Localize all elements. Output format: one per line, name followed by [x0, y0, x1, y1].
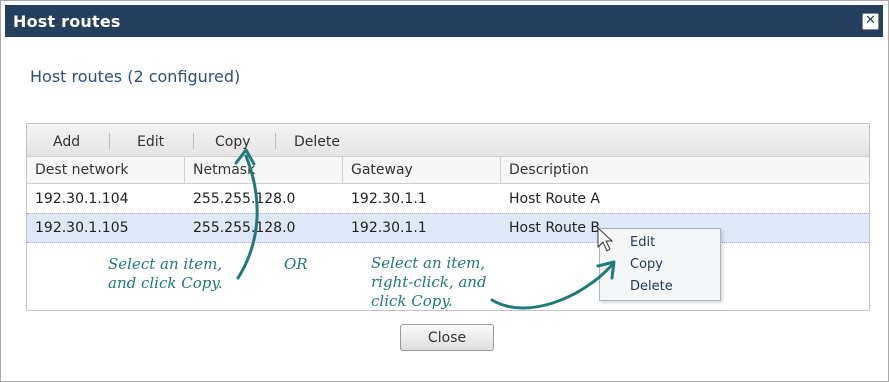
annotation-or: OR [284, 255, 308, 273]
cell-netmask: 255.255.128.0 [193, 220, 296, 236]
toolbar-divider [109, 133, 110, 149]
cell-netmask: 255.255.128.0 [193, 191, 296, 207]
table-row-selected[interactable]: 192.30.1.105 255.255.128.0 192.30.1.1 Ho… [27, 213, 869, 243]
column-header-dest-network[interactable]: Dest network [27, 157, 185, 183]
page-title: Host routes (2 configured) [30, 67, 241, 86]
column-header-description[interactable]: Description [501, 157, 869, 183]
cell-dest-network: 192.30.1.105 [35, 220, 129, 236]
annotation-line: Select an item, [108, 255, 223, 273]
context-menu: Edit Copy Delete [599, 228, 721, 301]
context-menu-item-copy[interactable]: Copy [630, 257, 663, 272]
annotation-line: right-click, and [371, 273, 487, 291]
dialog-window: Host routes ✕ Host routes (2 configured)… [0, 0, 889, 382]
annotation-left: Select an item, and click Copy. [108, 255, 223, 293]
annotation-right: Select an item, right-click, and click C… [371, 254, 487, 311]
table-row[interactable]: 192.30.1.104 255.255.128.0 192.30.1.1 Ho… [27, 185, 869, 214]
close-icon[interactable]: ✕ [862, 13, 879, 30]
cell-gateway: 192.30.1.1 [351, 191, 427, 207]
column-header-gateway[interactable]: Gateway [343, 157, 501, 183]
context-menu-item-edit[interactable]: Edit [630, 235, 655, 250]
annotation-line: click Copy. [371, 292, 453, 310]
annotation-line: and click Copy. [108, 274, 223, 292]
cell-dest-network: 192.30.1.104 [35, 191, 129, 207]
toolbar-divider [275, 133, 276, 149]
cell-description: Host Route A [509, 191, 600, 207]
toolbar-divider [193, 133, 194, 149]
dialog-title: Host routes [13, 12, 121, 31]
add-button[interactable]: Add [53, 134, 80, 150]
edit-button[interactable]: Edit [137, 134, 164, 150]
copy-button[interactable]: Copy [215, 134, 251, 150]
context-menu-item-delete[interactable]: Delete [630, 279, 673, 294]
title-bar[interactable]: Host routes ✕ [5, 5, 883, 37]
delete-button[interactable]: Delete [294, 134, 340, 150]
column-header-netmask[interactable]: Netmask [185, 157, 343, 183]
annotation-line: Select an item, [371, 254, 486, 272]
cell-gateway: 192.30.1.1 [351, 220, 427, 236]
close-button[interactable]: Close [400, 324, 494, 351]
table-header: Dest network Netmask Gateway Description [27, 157, 869, 184]
toolbar: Add Edit Copy Delete [27, 124, 869, 157]
